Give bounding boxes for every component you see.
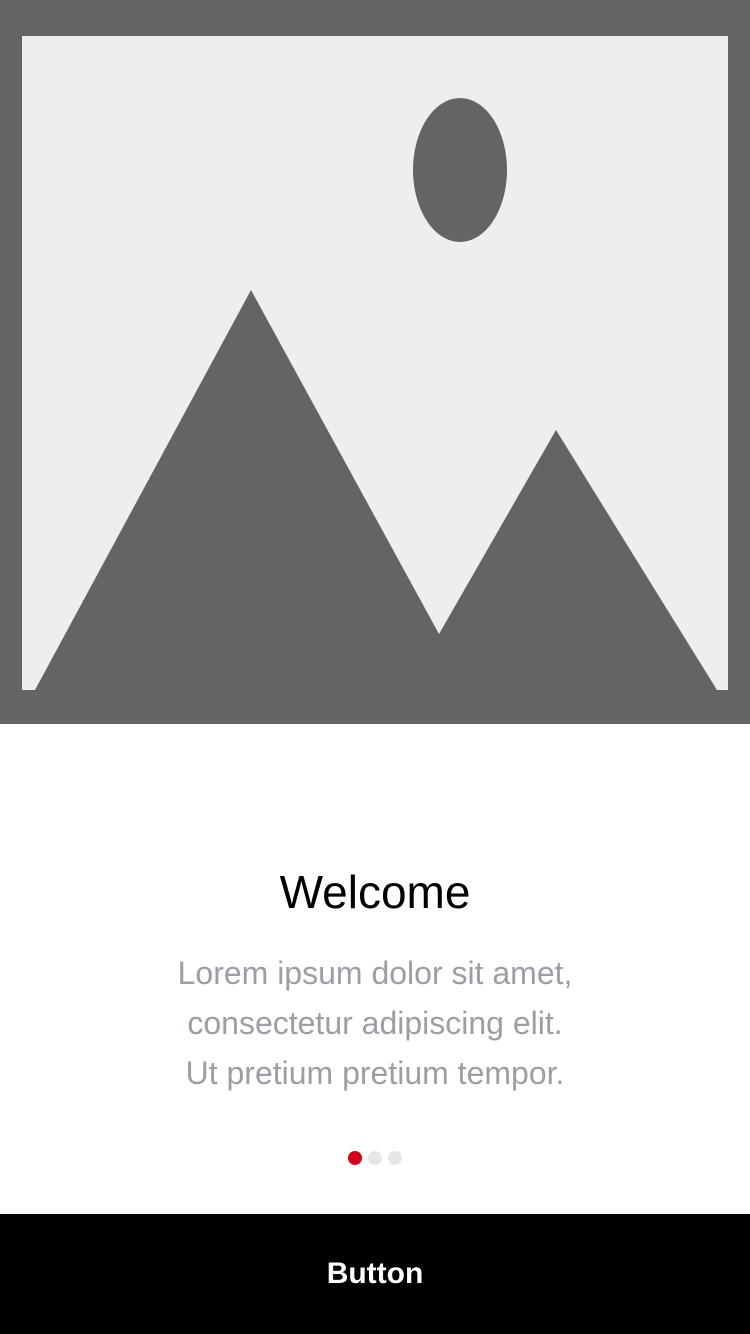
sun-shape (413, 98, 507, 242)
onboarding-description: Lorem ipsum dolor sit amet, consectetur … (125, 948, 625, 1098)
page-title: Welcome (279, 866, 471, 918)
description-line: Ut pretium pretium tempor. (185, 1055, 565, 1091)
page-indicator (0, 1150, 750, 1166)
description-line: consectetur adipiscing elit. (187, 1005, 563, 1041)
description-line: Lorem ipsum dolor sit amet, (177, 955, 573, 991)
hero-image (0, 0, 750, 724)
page-dot-3[interactable] (388, 1151, 402, 1165)
page-dot-1[interactable] (348, 1151, 362, 1165)
primary-button[interactable]: Button (0, 1214, 750, 1334)
page-dot-2[interactable] (368, 1151, 382, 1165)
onboarding-panel: Welcome Lorem ipsum dolor sit amet, cons… (0, 724, 750, 1214)
image-placeholder-icon (0, 0, 750, 724)
